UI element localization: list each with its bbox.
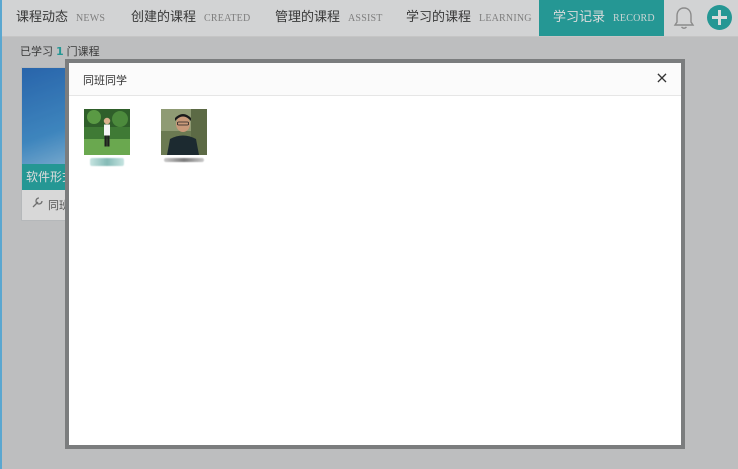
classmate-name bbox=[90, 158, 124, 166]
modal-header: 同班同学 × bbox=[69, 63, 681, 96]
close-icon[interactable]: × bbox=[653, 69, 671, 87]
classmate-name bbox=[164, 158, 204, 162]
classmate-item[interactable] bbox=[84, 109, 130, 166]
avatar[interactable] bbox=[161, 109, 207, 155]
avatar[interactable] bbox=[84, 109, 130, 155]
classmates-modal: 同班同学 × bbox=[65, 59, 685, 449]
modal-title: 同班同学 bbox=[83, 74, 127, 87]
classmate-item[interactable] bbox=[161, 109, 207, 162]
window-edge bbox=[0, 0, 2, 469]
